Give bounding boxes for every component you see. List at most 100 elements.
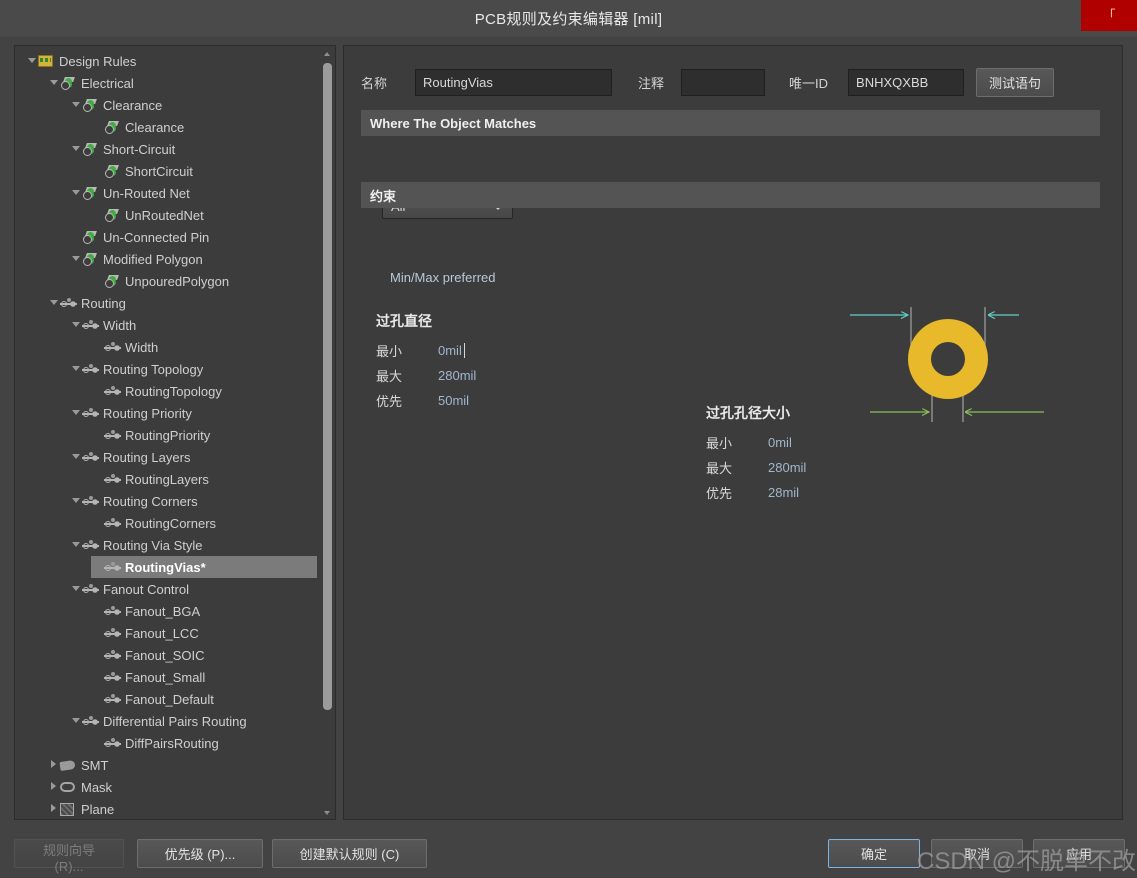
priority-button[interactable]: 优先级 (P)... (137, 839, 263, 868)
tree-item-shortcircuit[interactable]: ShortCircuit (15, 160, 335, 182)
collapse-icon[interactable] (69, 138, 82, 160)
tree-item-unpouredpolygon[interactable]: UnpouredPolygon (15, 270, 335, 292)
expand-icon[interactable] (47, 798, 60, 819)
comment-label: 注释 (638, 76, 665, 91)
routing-icon (104, 430, 121, 442)
via-hole-preferred-value[interactable]: 28mil (768, 485, 799, 500)
tree-item-routinglayers[interactable]: RoutingLayers (15, 468, 335, 490)
comment-input[interactable] (681, 69, 766, 96)
tree-item-mask[interactable]: Mask (15, 776, 335, 798)
tree-item-routing[interactable]: Routing (15, 292, 335, 314)
collapse-icon[interactable] (47, 72, 60, 94)
rule-detail-panel: 名称 注释 唯一ID 测试语句 Where The Object Matches… (343, 45, 1123, 820)
routing-icon-wrap (104, 515, 122, 531)
cancel-button[interactable]: 取消 (931, 839, 1023, 868)
collapse-icon[interactable] (69, 248, 82, 270)
tree-item-routing-topology[interactable]: Routing Topology (15, 358, 335, 380)
via-hole-max-row: 最大 280mil (706, 455, 896, 480)
routing-icon (82, 320, 99, 332)
tree-item-un-connected-pin[interactable]: Un-Connected Pin (15, 226, 335, 248)
collapse-icon[interactable] (47, 292, 60, 314)
tree-item-fanout-lcc[interactable]: Fanout_LCC (15, 622, 335, 644)
tree-item-routing-priority[interactable]: Routing Priority (15, 402, 335, 424)
rule-wizard-button[interactable]: 规则向导 (R)... (14, 839, 124, 874)
design-rules-tree[interactable]: Design Rules Electrical Clearance Clearance… (14, 45, 336, 820)
collapse-icon[interactable] (69, 710, 82, 732)
tree-item-routingcorners[interactable]: RoutingCorners (15, 512, 335, 534)
create-default-rules-button[interactable]: 创建默认规则 (C) (272, 839, 427, 868)
routing-icon (82, 540, 99, 552)
tree-item-label: Routing Via Style (103, 537, 203, 553)
tree-item-label: Fanout_Default (125, 691, 214, 707)
rule-header-form: 名称 注释 唯一ID 测试语句 (361, 68, 1055, 97)
tree-item-un-routed-net[interactable]: Un-Routed Net (15, 182, 335, 204)
tree-item-diffpairsrouting[interactable]: DiffPairsRouting (15, 732, 335, 754)
tree-item-label: Routing Priority (103, 405, 192, 421)
tree-item-label: SMT (81, 757, 109, 773)
routing-icon (82, 584, 99, 596)
tree-item-clearance[interactable]: Clearance (15, 94, 335, 116)
tree-item-unroutednet[interactable]: UnRoutedNet (15, 204, 335, 226)
via-diameter-preferred-value[interactable]: 50mil (438, 393, 469, 408)
tree-item-routing-corners[interactable]: Routing Corners (15, 490, 335, 512)
electrical-icon (104, 209, 119, 223)
name-input[interactable] (415, 69, 613, 96)
routing-icon (104, 694, 121, 706)
tree-item-fanout-control[interactable]: Fanout Control (15, 578, 335, 600)
via-hole-max-value[interactable]: 280mil (768, 460, 806, 475)
collapse-icon[interactable] (69, 182, 82, 204)
routing-icon (104, 518, 121, 530)
collapse-icon[interactable] (69, 94, 82, 116)
routing-icon-wrap (82, 493, 100, 509)
expand-icon[interactable] (47, 754, 60, 776)
via-hole-preferred-label: 优先 (706, 486, 733, 501)
collapse-icon[interactable] (69, 578, 82, 600)
tree-item-short-circuit[interactable]: Short-Circuit (15, 138, 335, 160)
tree-item-routing-layers[interactable]: Routing Layers (15, 446, 335, 468)
tree-item-electrical[interactable]: Electrical (15, 72, 335, 94)
collapse-icon[interactable] (25, 50, 38, 72)
tree-item-routingtopology[interactable]: RoutingTopology (15, 380, 335, 402)
tree-item-smt[interactable]: SMT (15, 754, 335, 776)
routing-icon-wrap (82, 449, 100, 465)
via-hole-min-value[interactable]: 0mil (768, 435, 792, 450)
collapse-icon[interactable] (69, 314, 82, 336)
tree-item-width[interactable]: Width (15, 314, 335, 336)
tree-item-fanout-soic[interactable]: Fanout_SOIC (15, 644, 335, 666)
unique-id-input[interactable] (848, 69, 965, 96)
tree-scrollbar[interactable] (321, 47, 334, 819)
collapse-icon[interactable] (69, 490, 82, 512)
collapse-icon[interactable] (69, 446, 82, 468)
tree-item-differential-pairs-routing[interactable]: Differential Pairs Routing (15, 710, 335, 732)
collapse-icon[interactable] (69, 534, 82, 556)
tree-item-routingpriority[interactable]: RoutingPriority (15, 424, 335, 446)
tree-item-label: RoutingPriority (125, 427, 211, 443)
scroll-up-icon[interactable] (321, 47, 334, 61)
ok-button[interactable]: 确定 (828, 839, 920, 868)
expand-icon[interactable] (47, 776, 60, 798)
tree-item-design-rules[interactable]: Design Rules (15, 50, 335, 72)
apply-button[interactable]: 应用 (1033, 839, 1125, 868)
tree-item-clearance[interactable]: Clearance (15, 116, 335, 138)
scroll-down-icon[interactable] (321, 806, 334, 819)
via-diameter-min-value[interactable]: 0mil (438, 343, 465, 358)
tree-item-fanout-small[interactable]: Fanout_Small (15, 666, 335, 688)
tree-item-routing-via-style[interactable]: Routing Via Style (15, 534, 335, 556)
tree-item-width[interactable]: Width (15, 336, 335, 358)
routing-icon-wrap (104, 735, 122, 751)
collapse-icon[interactable] (69, 402, 82, 424)
collapse-icon[interactable] (69, 358, 82, 380)
test-query-button[interactable]: 测试语句 (976, 68, 1055, 97)
scrollbar-thumb[interactable] (323, 63, 332, 710)
tree-item-plane[interactable]: Plane (15, 798, 335, 819)
close-icon[interactable]: 「 (1081, 0, 1137, 31)
tree-item-routingvias[interactable]: RoutingVias* (91, 556, 317, 578)
via-diameter-max-value[interactable]: 280mil (438, 368, 476, 383)
tree-item-modified-polygon[interactable]: Modified Polygon (15, 248, 335, 270)
tree-item-fanout-default[interactable]: Fanout_Default (15, 688, 335, 710)
tree-item-fanout-bga[interactable]: Fanout_BGA (15, 600, 335, 622)
